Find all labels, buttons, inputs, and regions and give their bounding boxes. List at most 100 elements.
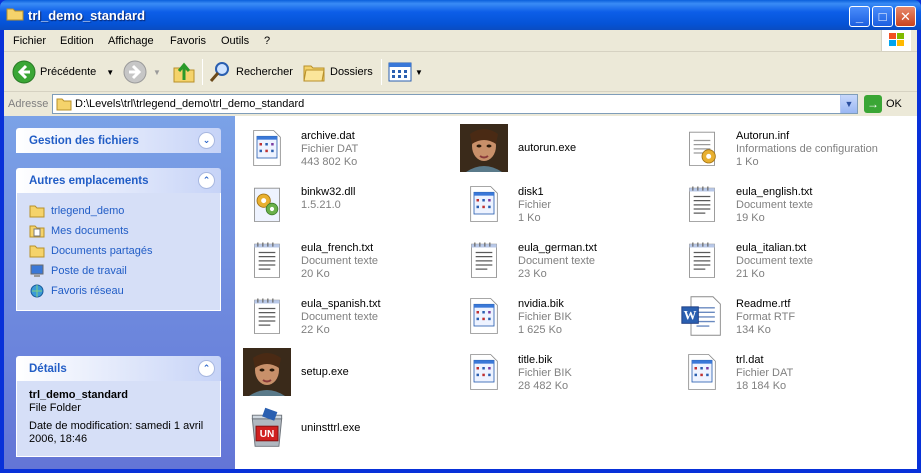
back-button[interactable]: Précédente ▼	[12, 58, 114, 86]
file-list: archive.dat Fichier DAT 443 802 Ko autorun.…	[235, 116, 917, 469]
svg-text:W: W	[684, 309, 697, 323]
place-label: Poste de travail	[51, 265, 127, 277]
collapse-chevron-icon[interactable]: ⌃	[198, 172, 215, 189]
toolbar: Précédente ▼ ▼ Rechercher Dossiers ▼	[4, 53, 917, 92]
file-meta: title.bik Fichier BIK 28 482 Ko	[518, 354, 572, 393]
file-item[interactable]: nvidia.bik Fichier BIK 1 625 Ko	[460, 290, 670, 342]
up-folder-button[interactable]	[172, 58, 196, 86]
file-size: 20 Ko	[301, 268, 330, 280]
file-type: Document texte	[301, 311, 379, 323]
toolbar-separator	[202, 59, 203, 85]
up-folder-icon	[173, 62, 195, 83]
file-tasks-header[interactable]: Gestion des fichiers ⌄	[16, 128, 221, 153]
title-bar[interactable]: trl_demo_standard _ □ ✕	[0, 0, 921, 30]
search-button[interactable]: Rechercher	[208, 58, 293, 86]
expand-chevron-icon[interactable]: ⌄	[198, 132, 215, 149]
go-label: OK	[886, 98, 902, 110]
details-header[interactable]: Détails ⌃	[16, 356, 221, 381]
menu-view[interactable]: Affichage	[108, 35, 154, 47]
file-item[interactable]: title.bik Fichier BIK 28 482 Ko	[460, 346, 670, 398]
menu-help[interactable]: ?	[264, 35, 270, 47]
file-tasks-title: Gestion des fichiers	[29, 135, 139, 147]
file-name: eula_german.txt	[518, 242, 597, 254]
file-item[interactable]: binkw32.dll 1.5.21.0	[243, 178, 453, 230]
file-meta: nvidia.bik Fichier BIK 1 625 Ko	[518, 298, 572, 337]
file-name: eula_italian.txt	[736, 242, 807, 254]
window-frame: Fichier Edition Affichage Favoris Outils…	[4, 30, 917, 469]
minimize-button[interactable]: _	[849, 6, 870, 27]
file-type: Informations de configuration	[736, 143, 878, 155]
file-item[interactable]: disk1 Fichier 1 Ko	[460, 178, 670, 230]
file-item[interactable]: W Readme.rtf Format RTF 134 Ko	[678, 290, 888, 342]
place-link-my-computer[interactable]: Poste de travail	[29, 261, 208, 281]
window-border	[0, 469, 921, 473]
forward-button[interactable]: ▼	[123, 58, 161, 86]
file-size: 134 Ko	[736, 324, 771, 336]
menu-tools[interactable]: Outils	[221, 35, 249, 47]
menu-favorites[interactable]: Favoris	[170, 35, 206, 47]
svg-text:UN: UN	[260, 429, 275, 440]
text-file-icon	[243, 236, 291, 284]
lara-app-icon	[460, 124, 508, 172]
file-meta: binkw32.dll 1.5.21.0	[301, 186, 355, 212]
file-size: 21 Ko	[736, 268, 765, 280]
file-name: Autorun.inf	[736, 130, 790, 142]
place-link-network-places[interactable]: Favoris réseau	[29, 281, 208, 301]
views-button[interactable]: ▼	[388, 58, 423, 86]
file-type: Format RTF	[736, 311, 796, 323]
file-name: eula_english.txt	[736, 186, 813, 198]
file-item[interactable]: archive.dat Fichier DAT 443 802 Ko	[243, 122, 453, 174]
file-size: 18 184 Ko	[736, 380, 787, 392]
search-label: Rechercher	[236, 66, 293, 78]
menu-edit[interactable]: Edition	[60, 35, 94, 47]
file-item[interactable]: autorun.exe	[460, 122, 670, 174]
file-item[interactable]: setup.exe	[243, 346, 453, 398]
maximize-button[interactable]: □	[872, 6, 893, 27]
file-type: Document texte	[736, 199, 814, 211]
file-name: Readme.rtf	[736, 298, 791, 310]
network-places-icon	[30, 284, 44, 298]
file-item[interactable]: eula_spanish.txt Document texte 22 Ko	[243, 290, 453, 342]
file-item[interactable]: eula_french.txt Document texte 20 Ko	[243, 234, 453, 286]
file-type: Fichier BIK	[518, 367, 572, 379]
address-bar: Adresse D:\Levels\trl\trlegend_demo\trl_…	[4, 93, 917, 115]
file-meta: eula_german.txt Document texte 23 Ko	[518, 242, 597, 281]
collapse-chevron-icon[interactable]: ⌃	[198, 360, 215, 377]
other-places-header[interactable]: Autres emplacements ⌃	[16, 168, 221, 193]
file-meta: uninsttrl.exe	[301, 422, 360, 435]
generic-file-icon	[460, 348, 508, 396]
details-title: Détails	[29, 363, 67, 375]
file-name: uninsttrl.exe	[301, 422, 361, 434]
text-file-icon	[678, 236, 726, 284]
folders-button[interactable]: Dossiers	[302, 58, 373, 86]
views-dropdown-icon[interactable]: ▼	[415, 68, 423, 77]
address-label: Adresse	[8, 98, 49, 110]
address-input[interactable]: D:\Levels\trl\trlegend_demo\trl_demo_sta…	[52, 94, 858, 114]
file-item[interactable]: Autorun.inf Informations de configuration…	[678, 122, 888, 174]
file-meta: setup.exe	[301, 366, 349, 379]
forward-arrow-icon	[123, 60, 147, 84]
file-item[interactable]: eula_italian.txt Document texte 21 Ko	[678, 234, 888, 286]
folders-label: Dossiers	[330, 66, 373, 78]
file-item[interactable]: UN uninsttrl.exe	[243, 402, 453, 454]
file-name: title.bik	[518, 354, 553, 366]
address-dropdown-icon[interactable]: ▼	[840, 95, 857, 113]
file-name: autorun.exe	[518, 142, 577, 154]
dll-file-icon	[243, 180, 291, 228]
place-link-shared-documents[interactable]: Documents partagés	[29, 241, 208, 261]
file-item[interactable]: eula_german.txt Document texte 23 Ko	[460, 234, 670, 286]
back-dropdown-icon[interactable]: ▼	[106, 68, 114, 77]
file-item[interactable]: trl.dat Fichier DAT 18 184 Ko	[678, 346, 888, 398]
window-title: trl_demo_standard	[28, 8, 146, 23]
go-button[interactable]: → OK	[864, 94, 902, 114]
my-computer-icon	[30, 264, 44, 277]
menu-file[interactable]: Fichier	[13, 35, 46, 47]
close-button[interactable]: ✕	[895, 6, 916, 27]
forward-dropdown-icon[interactable]: ▼	[153, 68, 161, 77]
place-link-trlegend-demo[interactable]: trlegend_demo	[29, 201, 208, 221]
file-name: setup.exe	[301, 366, 349, 378]
file-type: Document texte	[736, 255, 814, 267]
place-link-my-documents[interactable]: Mes documents	[29, 221, 208, 241]
file-item[interactable]: eula_english.txt Document texte 19 Ko	[678, 178, 888, 230]
details-body: trl_demo_standard File Folder Date de mo…	[16, 381, 221, 457]
